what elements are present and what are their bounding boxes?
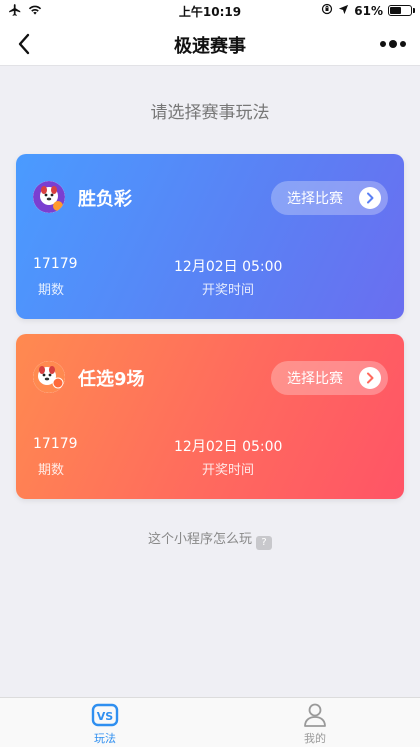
period-label: 期数: [38, 463, 65, 478]
status-right: 61%: [321, 3, 415, 18]
vs-icon-text: VS: [97, 710, 114, 723]
mascot-avatar: [33, 361, 65, 393]
section-prompt: 请选择赛事玩法: [150, 103, 270, 123]
more-dot: [389, 40, 397, 48]
chevron-right-icon: [359, 367, 381, 389]
help-text: 这个小程序怎么玩: [147, 532, 252, 547]
tab-mine[interactable]: 我的: [275, 702, 355, 746]
button-label: 选择比赛: [287, 371, 343, 387]
select-match-button[interactable]: 选择比赛: [271, 181, 388, 215]
battery-icon: [388, 5, 415, 16]
battery-level: [390, 7, 401, 14]
more-dot: [400, 41, 406, 47]
game-name: 胜负彩: [78, 189, 132, 210]
period-value: 17179: [33, 256, 78, 272]
tab-label: 我的: [304, 732, 326, 745]
page-title: 极速赛事: [174, 36, 246, 57]
more-button[interactable]: [378, 35, 408, 53]
button-label: 选择比赛: [287, 191, 343, 207]
battery-percent: 61%: [354, 3, 383, 18]
status-bar: 上午10:19 61%: [0, 0, 420, 22]
game-card-pick-nine: 任选9场 选择比赛 17179 期数 12月02日 05:00 开奖时间: [16, 334, 404, 499]
question-icon: ?: [256, 536, 272, 550]
draw-time-label: 开奖时间: [202, 283, 255, 298]
help-link[interactable]: 这个小程序怎么玩?: [0, 528, 420, 550]
game-card-win-lose: 胜负彩 选择比赛 17179 期数 12月02日 05:00 开奖时间: [16, 154, 404, 319]
chevron-right-icon: [359, 187, 381, 209]
location-icon: [338, 4, 349, 18]
select-match-button[interactable]: 选择比赛: [271, 361, 388, 395]
draw-time-label: 开奖时间: [202, 463, 255, 478]
period-value: 17179: [33, 436, 78, 452]
draw-time-value: 12月02日 05:00: [174, 439, 283, 455]
game-name: 任选9场: [78, 369, 145, 390]
draw-time-value: 12月02日 05:00: [174, 259, 283, 275]
tab-play[interactable]: VS 玩法: [65, 702, 145, 746]
more-dot: [380, 41, 386, 47]
tab-label: 玩法: [94, 732, 116, 745]
nav-bar: 极速赛事: [0, 22, 420, 66]
mascot-avatar: [33, 181, 65, 213]
tab-bar: VS 玩法 我的: [0, 697, 420, 747]
orientation-lock-icon: [321, 3, 333, 18]
user-icon: [275, 702, 355, 728]
period-label: 期数: [38, 283, 65, 298]
vs-icon: VS: [65, 702, 145, 728]
